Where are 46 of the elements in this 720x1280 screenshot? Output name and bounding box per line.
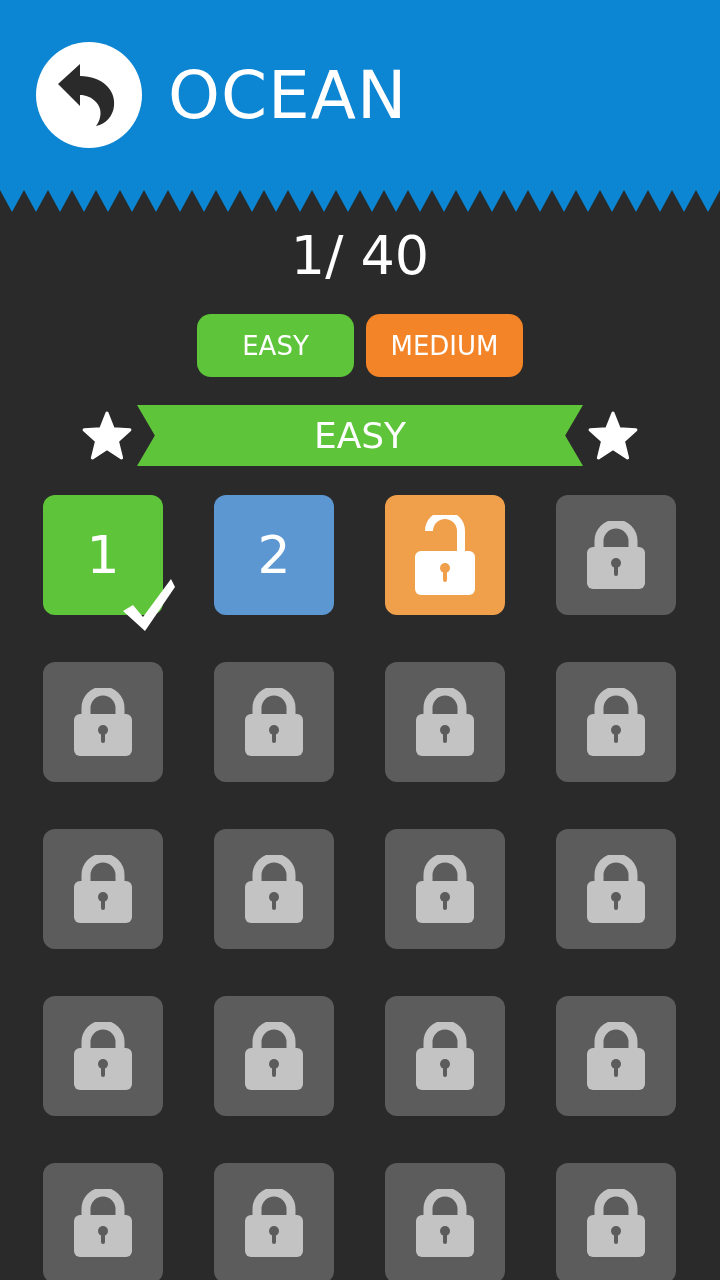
level-tile[interactable]	[214, 996, 334, 1116]
difficulty-tab[interactable]: EASY	[197, 314, 354, 377]
lock-icon	[74, 1022, 132, 1090]
section-ribbon: EASY	[137, 405, 583, 466]
level-tile[interactable]: 2	[214, 495, 334, 615]
level-tile[interactable]	[556, 1163, 676, 1280]
lock-icon	[587, 1022, 645, 1090]
difficulty-tab[interactable]: MEDIUM	[366, 314, 523, 377]
lock-icon	[416, 1022, 474, 1090]
level-tile[interactable]	[43, 996, 163, 1116]
level-tile[interactable]	[556, 829, 676, 949]
level-tile[interactable]	[43, 1163, 163, 1280]
back-arrow-icon	[56, 64, 116, 126]
lock-icon	[587, 855, 645, 923]
lock-icon	[74, 688, 132, 756]
lock-icon	[245, 1189, 303, 1257]
level-tile[interactable]	[385, 495, 505, 615]
star-icon	[81, 409, 133, 462]
level-tile[interactable]	[556, 495, 676, 615]
lock-icon	[587, 688, 645, 756]
lock-icon	[587, 521, 645, 589]
level-tile[interactable]	[214, 662, 334, 782]
level-tile[interactable]	[385, 829, 505, 949]
screen-title: OCEAN	[168, 56, 408, 134]
lock-icon	[245, 688, 303, 756]
level-tile[interactable]	[385, 996, 505, 1116]
level-tile[interactable]	[43, 829, 163, 949]
level-tile[interactable]	[214, 1163, 334, 1280]
level-tile[interactable]	[43, 662, 163, 782]
lock-icon	[587, 1189, 645, 1257]
level-tile[interactable]: 1	[43, 495, 163, 615]
lock-icon	[416, 1189, 474, 1257]
lock-icon	[74, 855, 132, 923]
level-tile[interactable]	[385, 662, 505, 782]
lock-icon	[416, 688, 474, 756]
level-tile[interactable]	[556, 996, 676, 1116]
lock-icon	[245, 855, 303, 923]
level-tile[interactable]	[214, 829, 334, 949]
lock-icon	[416, 855, 474, 923]
checkmark-icon	[121, 577, 177, 633]
star-icon	[587, 409, 639, 462]
lock-icon	[245, 1022, 303, 1090]
unlocked-lock-icon	[415, 515, 475, 595]
lock-icon	[74, 1189, 132, 1257]
level-tile[interactable]	[385, 1163, 505, 1280]
level-tile[interactable]	[556, 662, 676, 782]
